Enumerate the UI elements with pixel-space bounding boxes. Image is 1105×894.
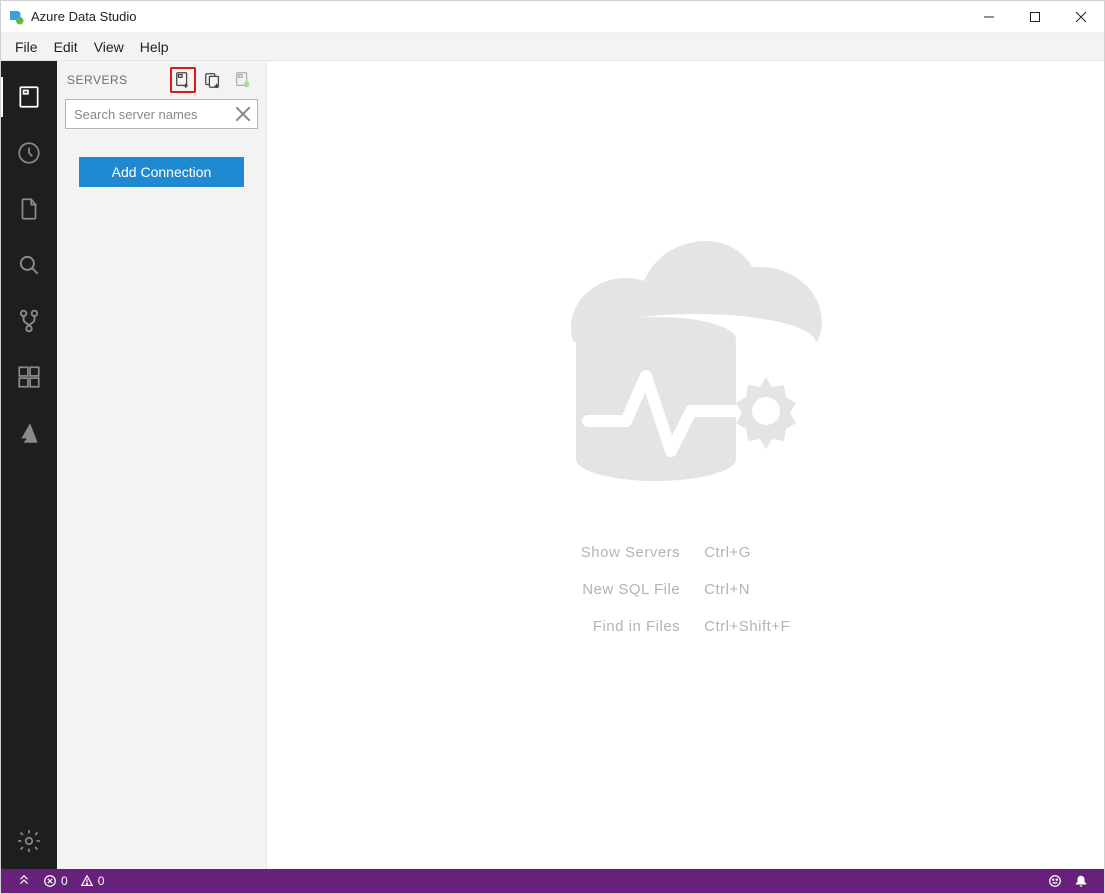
remote-indicator[interactable] — [11, 869, 37, 893]
shortcut-label: Find in Files — [581, 618, 680, 635]
feedback-icon[interactable] — [1042, 869, 1068, 893]
extensions-icon[interactable] — [1, 349, 57, 405]
menu-view[interactable]: View — [86, 36, 132, 58]
menu-edit[interactable]: Edit — [46, 36, 86, 58]
maximize-button[interactable] — [1012, 1, 1058, 33]
clear-search-icon[interactable] — [233, 104, 253, 124]
activity-bar — [1, 61, 57, 869]
editor-welcome: Show Servers Ctrl+G New SQL File Ctrl+N … — [267, 61, 1104, 869]
warning-count: 0 — [98, 874, 105, 888]
search-icon[interactable] — [1, 237, 57, 293]
titlebar: Azure Data Studio — [1, 1, 1104, 33]
settings-gear-icon[interactable] — [1, 813, 57, 869]
shortcut-key: Ctrl+Shift+F — [704, 618, 790, 635]
show-active-connections-icon[interactable] — [230, 67, 256, 93]
welcome-shortcuts: Show Servers Ctrl+G New SQL File Ctrl+N … — [581, 544, 790, 635]
problems-warnings[interactable]: 0 — [74, 869, 111, 893]
minimize-button[interactable] — [966, 1, 1012, 33]
shortcut-label: New SQL File — [581, 581, 680, 598]
shortcut-key: Ctrl+G — [704, 544, 790, 561]
watermark-icon — [526, 181, 846, 504]
new-connection-icon[interactable] — [170, 67, 196, 93]
error-count: 0 — [61, 874, 68, 888]
app-icon — [7, 8, 25, 26]
source-control-icon[interactable] — [1, 293, 57, 349]
tasks-icon[interactable] — [1, 125, 57, 181]
window-title: Azure Data Studio — [31, 9, 137, 24]
menu-help[interactable]: Help — [132, 36, 177, 58]
status-bar: 0 0 — [1, 869, 1104, 893]
explorer-icon[interactable] — [1, 181, 57, 237]
notifications-icon[interactable] — [1068, 869, 1094, 893]
new-server-group-icon[interactable] — [200, 67, 226, 93]
servers-icon[interactable] — [1, 69, 57, 125]
shortcut-key: Ctrl+N — [704, 581, 790, 598]
shortcut-label: Show Servers — [581, 544, 680, 561]
problems-errors[interactable]: 0 — [37, 869, 74, 893]
search-servers-input[interactable] — [66, 100, 257, 128]
sidebar-title: SERVERS — [67, 73, 128, 87]
sidebar-header: SERVERS — [57, 61, 266, 99]
add-connection-button[interactable]: Add Connection — [79, 157, 244, 187]
close-button[interactable] — [1058, 1, 1104, 33]
menu-file[interactable]: File — [7, 36, 46, 58]
azure-icon[interactable] — [1, 405, 57, 461]
search-servers-box — [65, 99, 258, 129]
servers-sidebar: SERVERS Add Co — [57, 61, 267, 869]
menubar: File Edit View Help — [1, 33, 1104, 61]
